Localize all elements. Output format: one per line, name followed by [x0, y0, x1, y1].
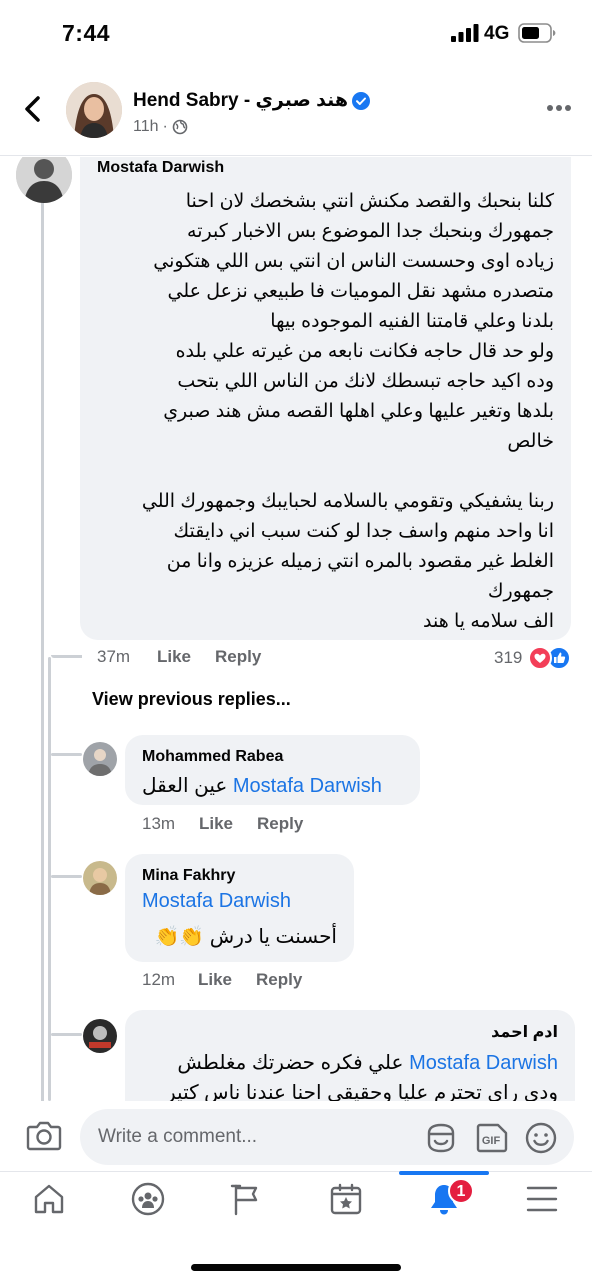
reply-actions: 13m Like Reply — [142, 814, 303, 834]
reply-time: 12m — [142, 970, 176, 989]
comment-line: كلنا بنحبك والقصد مكنش انتي بشخصك لان اح… — [185, 191, 554, 212]
mention-link[interactable]: Mostafa Darwish — [142, 890, 291, 913]
mention-link[interactable]: Mostafa Darwish — [233, 775, 382, 797]
nav-active-indicator — [399, 1171, 489, 1175]
emoji-icon[interactable] — [524, 1121, 558, 1155]
comment-line: ربنا يشفيكي وتقومي بالسلامه لحبايبك وجمه… — [141, 491, 554, 512]
menu-icon — [526, 1186, 558, 1212]
gif-icon[interactable]: GIF — [475, 1122, 509, 1154]
commenter-avatar[interactable] — [83, 742, 117, 776]
thread-line — [51, 655, 82, 658]
reply-time: 13m — [142, 814, 176, 833]
reply-text-line: ودى راى تحترم عليا وحقيقى احنا عندنا ناس… — [166, 1082, 558, 1101]
status-time: 7:44 — [62, 20, 111, 46]
comment-text: كلنا بنحبك والقصد مكنش انتي بشخصك لان اح… — [84, 187, 554, 637]
comment-actions: 37m Like Reply — [97, 647, 261, 667]
verified-badge-icon — [352, 91, 371, 110]
view-previous-replies[interactable]: View previous replies... — [92, 689, 291, 710]
love-reaction-icon — [528, 646, 553, 670]
comment-bubble[interactable]: Mostafa Darwish كلنا بنحبك والقصد مكنش ا… — [80, 157, 571, 640]
commenter-avatar[interactable] — [83, 1019, 117, 1053]
like-button[interactable]: Like — [198, 970, 256, 990]
commenter-avatar[interactable] — [16, 157, 72, 203]
comment-line: جمهورك — [487, 581, 554, 602]
reply-author[interactable]: ادم احمد — [491, 1022, 558, 1042]
comment-line: انا واحد منهم واسف جدا لو كنت سبب اني دا… — [173, 521, 554, 542]
nav-home[interactable] — [19, 1182, 79, 1226]
home-indicator — [191, 1264, 401, 1271]
thread-line — [51, 1033, 82, 1036]
post-header: Hend Sabry - هند صبري 11h · — [0, 72, 592, 156]
thread-line — [48, 657, 51, 1101]
reaction-count: 319 — [494, 648, 523, 667]
like-button[interactable]: Like — [157, 647, 215, 667]
thread-line — [51, 753, 82, 756]
reply-bubble[interactable]: ادم احمد Mostafa Darwish علي فكره حضرتك … — [125, 1010, 575, 1101]
comment-line: زياده اوى وحسست الناس ان انتي بس اللي هت… — [153, 251, 554, 272]
more-options-icon[interactable] — [546, 104, 572, 112]
thread-line — [51, 875, 82, 878]
comment-line — [84, 457, 554, 487]
battery-icon — [518, 23, 556, 43]
bottom-nav: 1 — [0, 1171, 592, 1280]
network-type: 4G — [484, 23, 510, 44]
post-timestamp[interactable]: 11h — [133, 118, 159, 136]
commenter-avatar[interactable] — [83, 861, 117, 895]
signal-icon — [451, 24, 479, 42]
comment-line: الغلط غير مقصود بالمره انتي زميله عزيزه … — [166, 551, 554, 572]
reply-button[interactable]: Reply — [256, 970, 302, 990]
nav-groups[interactable] — [118, 1182, 178, 1226]
home-icon — [34, 1184, 64, 1214]
page-avatar[interactable] — [66, 82, 122, 138]
comment-line: متصدره مشهد نقل الموميات فا طبيعي نزعل ع… — [167, 281, 554, 302]
flag-icon — [230, 1184, 258, 1216]
reply-button[interactable]: Reply — [215, 647, 261, 667]
notification-badge: 1 — [448, 1178, 474, 1204]
reply-text-body: عين العقل — [142, 775, 228, 797]
comments-feed[interactable]: Mostafa Darwish كلنا بنحبك والقصد مكنش ا… — [0, 157, 592, 1101]
reply-text: Mostafa Darwish علي فكره حضرتك مغلطش ودى… — [166, 1048, 558, 1101]
page-name[interactable]: Hend Sabry - هند صبري — [133, 89, 371, 112]
back-arrow-icon[interactable] — [20, 94, 46, 124]
svg-text:GIF: GIF — [482, 1135, 501, 1147]
camera-icon[interactable] — [26, 1119, 62, 1151]
meta-separator: · — [162, 118, 168, 135]
mention-link[interactable]: Mostafa Darwish — [409, 1052, 558, 1074]
nav-events[interactable] — [316, 1182, 376, 1226]
thread-line — [41, 197, 44, 1101]
reply-actions: 12m Like Reply — [142, 970, 302, 990]
reply-text-body: علي فكره حضرتك مغلطش — [177, 1052, 404, 1074]
reply-author[interactable]: Mina Fakhry — [142, 867, 235, 885]
status-bar: 7:44 4G — [0, 0, 592, 70]
events-icon — [330, 1183, 362, 1215]
globe-icon — [172, 119, 188, 135]
sticker-icon[interactable] — [424, 1121, 458, 1155]
comment-line: بلدها وتغير عليها وعلي اهلها القصه مش هن… — [163, 401, 554, 422]
comment-line: وده اكيد حاجه تبسطك لانك من الناس اللي ب… — [177, 371, 554, 392]
nav-pages[interactable] — [216, 1182, 276, 1226]
comment-line: الف سلامه يا هند — [423, 611, 554, 632]
page-name-text[interactable]: Hend Sabry - هند صبري — [133, 89, 348, 112]
comment-line: خالص — [507, 431, 554, 452]
groups-icon — [131, 1182, 165, 1216]
reply-button[interactable]: Reply — [257, 814, 303, 834]
reaction-summary[interactable]: 319 — [494, 646, 572, 670]
comment-line: جمهورك وبنحبك جدا الموضوع بس الاخبار كبر… — [187, 221, 554, 242]
comment-composer: GIF — [0, 1101, 592, 1171]
reply-text: عين العقل Mostafa Darwish — [142, 773, 382, 798]
reply-bubble[interactable]: Mina Fakhry Mostafa Darwish أحسنت يا درش… — [125, 854, 354, 962]
post-meta: 11h · — [133, 118, 188, 136]
reply-author[interactable]: Mohammed Rabea — [142, 748, 283, 766]
comment-line: ولو حد قال حاجه فكانت نابعه من غيرته علي… — [175, 341, 554, 362]
reply-bubble[interactable]: Mohammed Rabea عين العقل Mostafa Darwish — [125, 735, 420, 805]
like-button[interactable]: Like — [199, 814, 257, 834]
comment-time: 37m — [97, 647, 131, 666]
nav-menu[interactable] — [512, 1182, 572, 1226]
comment-author[interactable]: Mostafa Darwish — [97, 159, 224, 177]
reply-text-body: أحسنت يا درش 👏👏 — [154, 926, 337, 948]
comment-line: بلدنا وعلي قامتنا الفنيه الموجوده بيها — [270, 311, 554, 332]
